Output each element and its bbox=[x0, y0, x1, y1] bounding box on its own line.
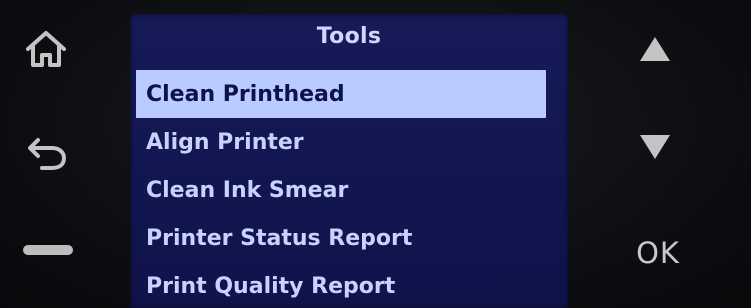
minus-button[interactable] bbox=[20, 230, 76, 270]
minus-icon bbox=[23, 245, 73, 255]
scrollbar-thumb[interactable] bbox=[538, 70, 546, 118]
menu-item-clean-ink-smear[interactable]: Clean Ink Smear bbox=[136, 166, 538, 214]
menu-item-print-quality-report[interactable]: Print Quality Report bbox=[136, 262, 538, 308]
down-button[interactable] bbox=[628, 124, 682, 170]
scrollbar[interactable] bbox=[538, 70, 546, 308]
back-arrow-icon bbox=[28, 138, 67, 170]
up-button[interactable] bbox=[628, 26, 682, 72]
down-triangle-icon bbox=[640, 135, 670, 159]
menu-item-align-printer[interactable]: Align Printer bbox=[136, 118, 538, 166]
up-triangle-icon bbox=[640, 37, 670, 61]
tools-menu: Clean Printhead Align Printer Clean Ink … bbox=[136, 70, 538, 308]
home-icon bbox=[26, 31, 66, 67]
menu-item-printer-status-report[interactable]: Printer Status Report bbox=[136, 214, 538, 262]
lcd-screen: Tools Clean Printhead Align Printer Clea… bbox=[130, 14, 568, 308]
back-button[interactable] bbox=[20, 130, 72, 176]
screen-title: Tools bbox=[316, 24, 382, 49]
menu-item-clean-printhead[interactable]: Clean Printhead bbox=[136, 70, 538, 118]
ok-button[interactable]: OK bbox=[618, 225, 698, 281]
home-button[interactable] bbox=[20, 26, 72, 72]
